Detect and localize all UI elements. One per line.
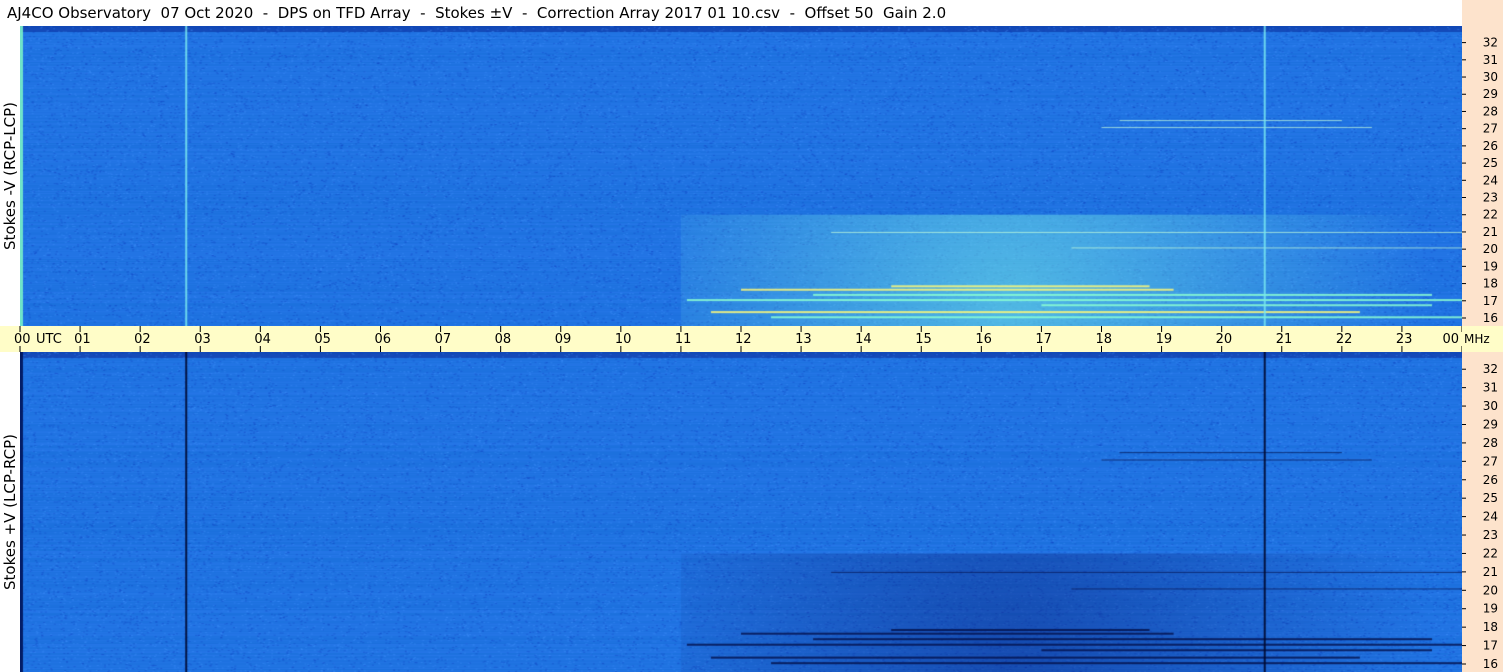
- freq-tick-label: 27: [1483, 122, 1498, 136]
- top-frequency-axis-svg: 32 31 30 29 28 27 26 25 24 23 22 21 20 19 18 17 16: [1462, 36, 1498, 325]
- freq-tick-label: 20: [1483, 242, 1498, 256]
- time-tick-label: 12: [735, 332, 752, 347]
- time-tick-label: 18: [1096, 332, 1113, 347]
- time-tick-label: 07: [435, 332, 452, 347]
- top-spectrogram-canvas: [20, 26, 1462, 326]
- freq-tick-label: 32: [1483, 362, 1498, 376]
- freq-tick-label: 31: [1483, 381, 1498, 395]
- time-tick-label: 14: [855, 332, 872, 347]
- bottom-panel-ylabel-text: Stokes +V (LCP-RCP): [1, 434, 19, 590]
- time-tick-label: 10: [615, 332, 632, 347]
- time-tick-label: 21: [1276, 332, 1293, 347]
- time-tick-label: 13: [795, 332, 812, 347]
- time-tick-label: 19: [1156, 332, 1173, 347]
- top-spectrogram: [20, 26, 1462, 326]
- freq-tick-label: 23: [1483, 191, 1498, 205]
- bottom-frequency-axis: 32 31 30 29 28 27 26 25 24 23 22 21 20 19 18 17 16: [1462, 352, 1503, 672]
- time-tick-label: 02: [134, 332, 151, 347]
- bottom-spectrogram-canvas: [20, 352, 1462, 672]
- freq-tick-label: 30: [1483, 70, 1498, 84]
- freq-tick-label: 28: [1483, 104, 1498, 118]
- freq-tick-label: 30: [1483, 399, 1498, 413]
- time-tick-label: 08: [495, 332, 512, 347]
- freq-tick-label: 31: [1483, 53, 1498, 67]
- freq-tick-label: 16: [1483, 311, 1498, 325]
- freq-tick-label: 22: [1483, 546, 1498, 560]
- time-tick-label: 00: [14, 332, 31, 347]
- time-tick-label: 23: [1396, 332, 1413, 347]
- freq-tick-label: 17: [1483, 639, 1498, 653]
- time-tick-label: 01: [74, 332, 91, 347]
- time-tick-label: 05: [314, 332, 331, 347]
- time-tick-label: 11: [675, 332, 692, 347]
- freq-tick-label: 32: [1483, 36, 1498, 50]
- freq-unit-label: MHz: [1464, 332, 1490, 346]
- time-axis-svg: 00 01 02 03 04 05 06 07 08 09 10 11 12 13 14 15 16 17 18 19…: [14, 326, 1462, 352]
- bottom-spectrogram: [20, 352, 1462, 672]
- top-frequency-axis: 32 31 30 29 28 27 26 25 24 23 22 21 20 19 18 17 16: [1462, 26, 1503, 326]
- freq-tick-label: 29: [1483, 417, 1498, 431]
- freq-tick-label: 19: [1483, 602, 1498, 616]
- top-panel-ylabel-text: Stokes -V (RCP-LCP): [1, 102, 19, 250]
- freq-tick-label: 26: [1483, 139, 1498, 153]
- time-tick-label: 17: [1035, 332, 1052, 347]
- freq-tick-label: 28: [1483, 436, 1498, 450]
- bottom-frequency-axis-svg: 32 31 30 29 28 27 26 25 24 23 22 21 20 19 18 17 16: [1462, 362, 1498, 671]
- corner-strip: [1462, 0, 1503, 26]
- time-tick-label: 04: [254, 332, 271, 347]
- freq-tick-label: 21: [1483, 225, 1498, 239]
- freq-tick-label: 24: [1483, 510, 1498, 524]
- top-panel-ylabel: Stokes -V (RCP-LCP): [0, 26, 20, 326]
- freq-tick-label: 22: [1483, 208, 1498, 222]
- freq-tick-label: 27: [1483, 454, 1498, 468]
- freq-tick-label: 17: [1483, 294, 1498, 308]
- freq-tick-label: 24: [1483, 173, 1498, 187]
- freq-tick-label: 16: [1483, 657, 1498, 671]
- freq-tick-label: 25: [1483, 491, 1498, 505]
- time-axis-tail-svg: MHz: [1464, 332, 1490, 346]
- time-tick-label: 16: [975, 332, 992, 347]
- freq-tick-label: 25: [1483, 156, 1498, 170]
- freq-tick-label: 29: [1483, 87, 1498, 101]
- time-tick-label: 09: [555, 332, 572, 347]
- time-axis: 00 01 02 03 04 05 06 07 08 09 10 11 12 13 14 15 16 17 18 19…: [0, 326, 1462, 352]
- freq-tick-label: 26: [1483, 473, 1498, 487]
- time-tick-label: 03: [194, 332, 211, 347]
- time-tick-label: 20: [1216, 332, 1233, 347]
- freq-tick-label: 20: [1483, 583, 1498, 597]
- time-unit-label: UTC: [36, 332, 62, 347]
- freq-tick-label: 18: [1483, 620, 1498, 634]
- time-tick-label: 06: [375, 332, 392, 347]
- freq-tick-label: 19: [1483, 259, 1498, 273]
- time-tick-label: 15: [915, 332, 932, 347]
- bottom-panel-ylabel: Stokes +V (LCP-RCP): [0, 352, 20, 672]
- time-tick-label: 00: [1442, 332, 1459, 347]
- time-tick-label: 22: [1336, 332, 1353, 347]
- time-axis-tail: MHz: [1462, 326, 1503, 352]
- freq-tick-label: 23: [1483, 528, 1498, 542]
- chart-title: AJ4CO Observatory 07 Oct 2020 - DPS on T…: [0, 0, 1460, 26]
- freq-tick-label: 21: [1483, 565, 1498, 579]
- freq-tick-label: 18: [1483, 277, 1498, 291]
